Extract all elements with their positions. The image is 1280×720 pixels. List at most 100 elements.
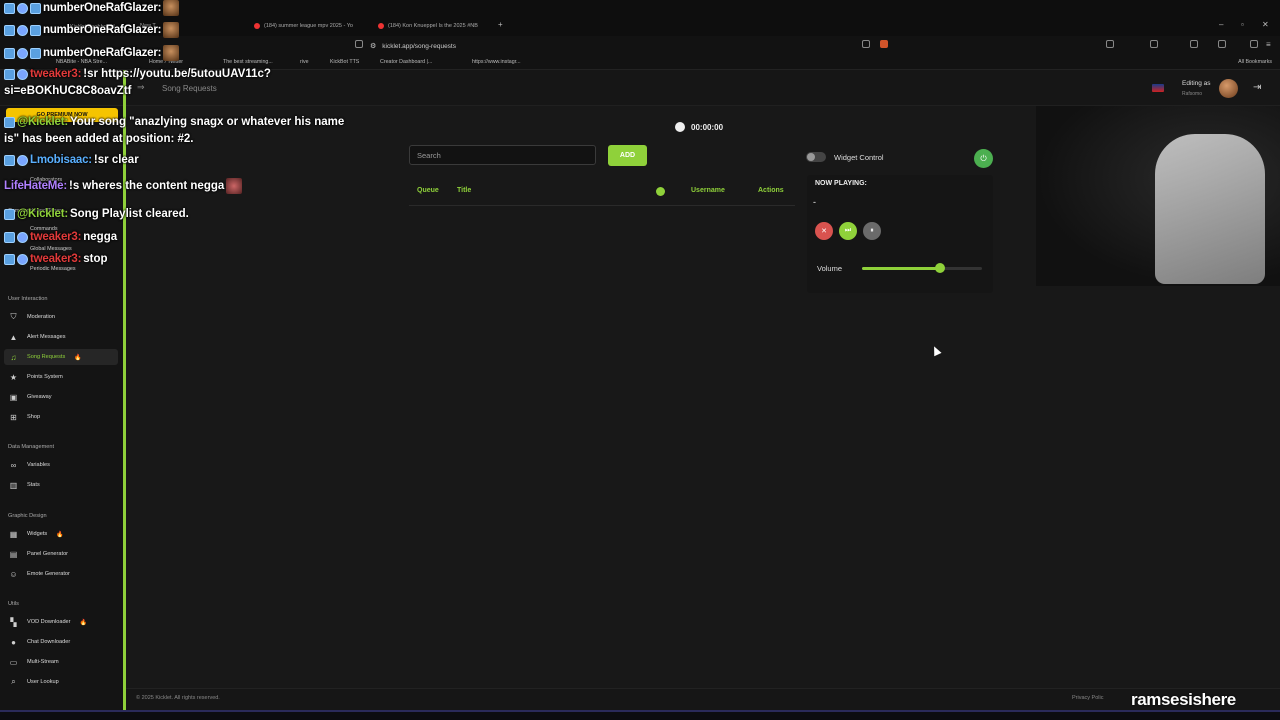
stop-button[interactable]: ✕: [815, 222, 833, 240]
privacy-link[interactable]: Privacy Polic: [1072, 695, 1103, 701]
now-playing-title: NOW PLAYING:: [815, 180, 867, 187]
browser-tab[interactable]: (184) summer league mpv 2025 - Yo: [254, 18, 353, 34]
music-icon[interactable]: [1190, 40, 1198, 48]
extension-icon[interactable]: [1150, 40, 1158, 48]
bookmark-item[interactable]: https://www.instagr...: [472, 59, 521, 65]
sidebar-item-alert-messages[interactable]: ▲ Alert Messages: [4, 329, 118, 345]
language-flag-icon[interactable]: [1152, 84, 1164, 92]
share-icon[interactable]: [862, 40, 870, 48]
sidebar-item-label: Song Requests: [27, 354, 66, 360]
bookmark-item[interactable]: The best streaming...: [223, 59, 273, 65]
sidebar-item-giveaway[interactable]: ▣ Giveaway: [4, 389, 118, 405]
sidebar-item-label: Widgets: [27, 531, 48, 537]
sidebar-item-user-lookup[interactable]: ⌕ User Lookup: [4, 674, 118, 690]
chat-username: @Kicklet:: [17, 208, 68, 220]
badge-icon: [30, 2, 41, 14]
badge-icon: [17, 253, 28, 265]
site-info-icon[interactable]: ⚙: [370, 42, 376, 50]
search-input[interactable]: [409, 145, 596, 165]
wallet-icon[interactable]: [1250, 40, 1258, 48]
sidebar-item-label: Panel Generator: [27, 551, 69, 557]
widget-control[interactable]: Widget Control: [806, 152, 884, 162]
sidebar-item-label: Variables: [27, 462, 50, 468]
sidebar-item-multi-stream[interactable]: ▭ Multi-Stream: [4, 654, 118, 670]
extension-icon[interactable]: [1106, 40, 1114, 48]
widget-control-toggle[interactable]: [806, 152, 826, 162]
column-header-title[interactable]: Title: [457, 187, 471, 194]
column-header-queue[interactable]: Queue: [417, 187, 439, 194]
editing-user: Rafsomo: [1182, 91, 1203, 97]
bar-chart-icon: ▥: [9, 480, 18, 490]
sidebar-item-shop[interactable]: ⊞ Shop: [4, 409, 118, 425]
chat-text: !sr clear: [93, 154, 139, 166]
url-text: kicklet.app/song-requests: [382, 42, 456, 50]
sidebar-icon[interactable]: [1218, 40, 1226, 48]
cart-icon: ⊞: [10, 412, 17, 422]
badge-icon: [4, 24, 15, 36]
sidebar-item-points-system[interactable]: ★ Points System: [4, 369, 118, 385]
sidebar-section-title: Graphic Design: [8, 513, 47, 519]
tab-label: (184) summer league mpv 2025 - Yo: [264, 23, 353, 29]
table-divider: [409, 205, 795, 206]
chat-text: Song Playlist cleared.: [69, 208, 189, 220]
link-icon: ∞: [10, 460, 17, 470]
sidebar-item-global-messages[interactable]: Global Messages: [30, 246, 72, 252]
sidebar-item-stats[interactable]: ▥ Stats: [4, 477, 118, 493]
sidebar-item-label: Stats: [27, 482, 40, 488]
alert-icon: ▲: [9, 332, 18, 342]
chat-text: !s wheres the content negga: [68, 180, 225, 192]
sidebar-section-title: User Interaction: [8, 296, 48, 302]
bookmark-icon[interactable]: [355, 40, 363, 48]
bookmark-item[interactable]: Creator Dashboard |...: [380, 59, 432, 65]
music-note-icon: ♫: [10, 352, 17, 362]
all-bookmarks[interactable]: All Bookmarks: [1238, 59, 1272, 65]
badge-icon: [4, 47, 15, 59]
monitor-icon: ▭: [9, 657, 18, 667]
webcam-chair: [1155, 134, 1265, 284]
sidebar-item-variables[interactable]: ∞ Variables: [4, 457, 118, 473]
close-icon[interactable]: ✕: [1262, 20, 1269, 29]
chat-username: tweaker3:: [30, 231, 82, 243]
sidebar-item-emote-generator[interactable]: ☺ Emote Generator: [4, 566, 118, 582]
chat-username: numberOneRafGlazer:: [43, 24, 162, 36]
sidebar-item-label: VOD Downloader: [27, 619, 71, 625]
sidebar-item-periodic-messages[interactable]: Periodic Messages: [30, 266, 76, 272]
avatar[interactable]: [1219, 79, 1238, 98]
chat-message: numberOneRafGlazer:: [4, 45, 180, 61]
chat-message: tweaker3: negga: [4, 231, 117, 243]
add-button[interactable]: ADD: [608, 145, 647, 166]
chat-username: numberOneRafGlazer:: [43, 47, 162, 59]
sidebar-item-vod-downloader[interactable]: ▚ VOD Downloader 🔥: [4, 614, 118, 630]
collapse-sidebar-icon[interactable]: ⇒: [137, 82, 145, 93]
logout-icon[interactable]: ⇥: [1253, 82, 1261, 93]
youtube-icon: [254, 23, 260, 29]
bookmark-item[interactable]: KickBot TTS: [330, 59, 359, 65]
minimize-icon[interactable]: –: [1219, 20, 1223, 29]
now-playing-panel: [807, 175, 993, 293]
maximize-icon[interactable]: ▫: [1241, 20, 1244, 29]
gift-icon: ▣: [9, 392, 18, 402]
sidebar-item-widgets[interactable]: ▦ Widgets 🔥: [4, 526, 118, 542]
url-field[interactable]: ⚙ kicklet.app/song-requests: [370, 39, 910, 53]
new-tab-icon[interactable]: +: [498, 20, 503, 29]
browser-tab[interactable]: (184) Kon Knueppel Is the 2025 #NB: [378, 18, 478, 34]
chat-username: LifeHateMe:: [4, 180, 67, 192]
power-icon[interactable]: ⏻: [974, 149, 993, 168]
menu-icon[interactable]: ≡: [1266, 40, 1271, 49]
editing-as-label: Editing as: [1182, 80, 1211, 87]
sidebar-item-chat-downloader[interactable]: ● Chat Downloader: [4, 634, 118, 650]
tab-label: (184) Kon Knueppel Is the 2025 #NB: [388, 23, 478, 29]
column-header-actions: Actions: [758, 187, 784, 194]
chat-text: Your song "anazlying snagx or whatever h…: [69, 116, 345, 128]
sidebar-item-song-requests[interactable]: ♫ Song Requests 🔥: [4, 349, 118, 365]
panel-icon: ▤: [9, 549, 18, 559]
volume-slider-handle[interactable]: [935, 263, 945, 273]
column-header-username[interactable]: Username: [691, 187, 725, 194]
brave-shield-icon[interactable]: [880, 40, 888, 48]
sidebar-item-panel-generator[interactable]: ▤ Panel Generator: [4, 546, 118, 562]
widget-control-label: Widget Control: [834, 152, 884, 162]
bookmark-item[interactable]: rive: [300, 59, 309, 65]
pause-button[interactable]: ⏸: [863, 222, 881, 240]
sidebar-item-moderation[interactable]: ⛉ Moderation: [4, 309, 118, 325]
skip-button[interactable]: ⏭: [839, 222, 857, 240]
